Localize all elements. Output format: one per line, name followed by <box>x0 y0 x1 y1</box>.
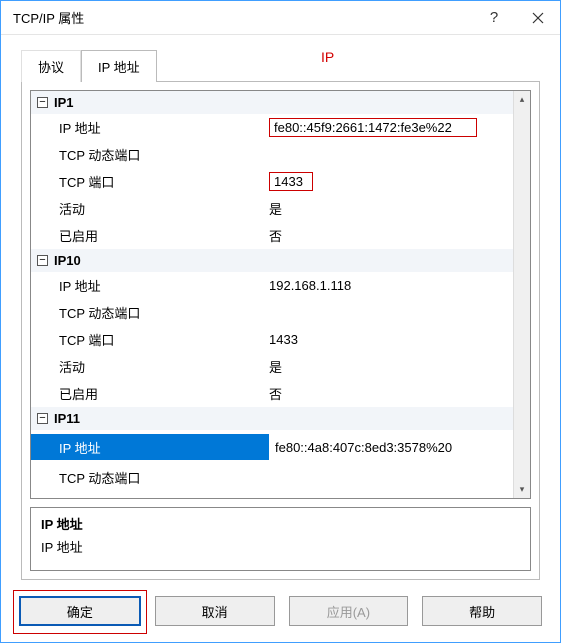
prop-label: TCP 动态端口 <box>59 303 269 322</box>
tab-ip-addresses[interactable]: IP 地址 <box>81 50 157 82</box>
collapse-icon[interactable]: − <box>37 255 48 266</box>
property-grid-rows: − IP1 IP 地址 fe80::45f9:2661:1472:fe3e%22… <box>31 91 513 498</box>
prop-value: 1433 <box>269 332 507 347</box>
prop-value: 是 <box>269 357 507 376</box>
collapse-icon[interactable]: − <box>37 413 48 424</box>
prop-label: IP 地址 <box>59 118 269 137</box>
close-icon[interactable] <box>516 1 560 35</box>
tab-protocol[interactable]: 协议 <box>21 50 81 82</box>
collapse-icon[interactable]: − <box>37 97 48 108</box>
prop-label: 活动 <box>59 357 269 376</box>
group-header-ip1[interactable]: − IP1 <box>31 91 513 114</box>
button-row: 确定 取消 应用(A) 帮助 <box>1 596 560 642</box>
description-text: IP 地址 <box>41 537 520 556</box>
dialog-body: 协议 IP 地址 IP − IP1 IP 地址 fe80::45f9:2661:… <box>1 35 560 596</box>
prop-label: TCP 动态端口 <box>59 145 269 164</box>
cancel-button[interactable]: 取消 <box>155 596 275 626</box>
apply-button[interactable]: 应用(A) <box>289 596 409 626</box>
tab-panel: − IP1 IP 地址 fe80::45f9:2661:1472:fe3e%22… <box>21 81 540 580</box>
tcpip-properties-dialog: TCP/IP 属性 ? 协议 IP 地址 IP − IP1 <box>0 0 561 643</box>
vertical-scrollbar[interactable]: ▴ ▾ <box>513 91 530 498</box>
property-grid: − IP1 IP 地址 fe80::45f9:2661:1472:fe3e%22… <box>30 90 531 499</box>
prop-value: 否 <box>269 384 507 403</box>
prop-value: 1433 <box>269 172 507 191</box>
row-ip10-active[interactable]: 活动 是 <box>31 353 513 380</box>
prop-label: IP 地址 <box>59 276 269 295</box>
highlight-box: fe80::45f9:2661:1472:fe3e%22 <box>269 118 477 137</box>
scroll-up-icon[interactable]: ▴ <box>514 91 530 108</box>
group-label: IP11 <box>54 411 80 426</box>
ok-button[interactable]: 确定 <box>19 596 141 626</box>
prop-value: 否 <box>269 226 507 245</box>
prop-label: TCP 端口 <box>59 330 269 349</box>
prop-label-selected: IP 地址 <box>31 434 269 460</box>
group-label: IP1 <box>54 95 74 110</box>
row-ip11-tcpdyn[interactable]: TCP 动态端口 <box>31 464 513 491</box>
prop-value: 192.168.1.118 <box>269 278 507 293</box>
window-title: TCP/IP 属性 <box>13 8 472 27</box>
row-ip10-enabled[interactable]: 已启用 否 <box>31 380 513 407</box>
prop-label: 活动 <box>59 199 269 218</box>
description-title: IP 地址 <box>41 514 520 533</box>
prop-label: TCP 动态端口 <box>59 468 269 487</box>
row-ip1-tcpport[interactable]: TCP 端口 1433 <box>31 168 513 195</box>
row-ip1-active[interactable]: 活动 是 <box>31 195 513 222</box>
prop-value: 是 <box>269 199 507 218</box>
titlebar: TCP/IP 属性 ? <box>1 1 560 35</box>
scroll-track[interactable] <box>514 108 530 481</box>
row-ip10-tcpdyn[interactable]: TCP 动态端口 <box>31 299 513 326</box>
row-ip1-ipaddr[interactable]: IP 地址 fe80::45f9:2661:1472:fe3e%22 <box>31 114 513 141</box>
highlight-box: 1433 <box>269 172 313 191</box>
row-ip1-tcpdyn[interactable]: TCP 动态端口 <box>31 141 513 168</box>
prop-label: 已启用 <box>59 226 269 245</box>
row-ip1-enabled[interactable]: 已启用 否 <box>31 222 513 249</box>
scroll-down-icon[interactable]: ▾ <box>514 481 530 498</box>
prop-value: fe80::4a8:407c:8ed3:3578%20 <box>269 440 507 455</box>
group-header-ip11[interactable]: − IP11 <box>31 407 513 430</box>
prop-value: fe80::45f9:2661:1472:fe3e%22 <box>269 118 507 137</box>
help-button[interactable]: 帮助 <box>422 596 542 626</box>
description-box: IP 地址 IP 地址 <box>30 507 531 571</box>
row-ip10-tcpport[interactable]: TCP 端口 1433 <box>31 326 513 353</box>
group-label: IP10 <box>54 253 81 268</box>
group-header-ip10[interactable]: − IP10 <box>31 249 513 272</box>
row-ip10-ipaddr[interactable]: IP 地址 192.168.1.118 <box>31 272 513 299</box>
row-ip11-ipaddr[interactable]: IP 地址 fe80::4a8:407c:8ed3:3578%20 <box>31 430 513 464</box>
prop-label: 已启用 <box>59 384 269 403</box>
tab-strip: 协议 IP 地址 <box>21 49 540 81</box>
help-icon[interactable]: ? <box>472 1 516 35</box>
prop-label: TCP 端口 <box>59 172 269 191</box>
